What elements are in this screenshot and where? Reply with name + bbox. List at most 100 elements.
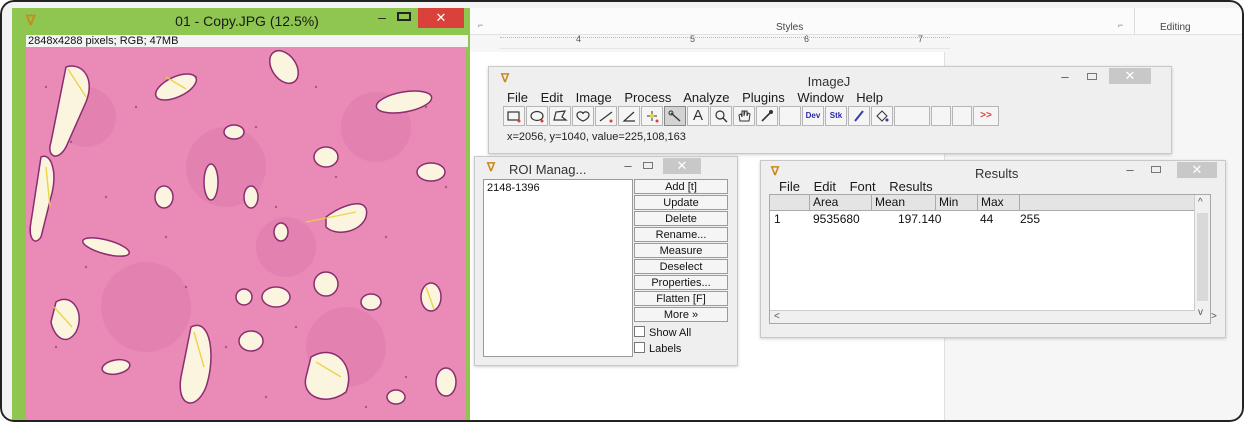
results-menubar: File Edit Font Results [779, 179, 943, 194]
close-button[interactable]: ✕ [418, 8, 464, 28]
image-info-bar: 2848x4288 pixels; RGB; 47MB [26, 35, 468, 47]
add-button[interactable]: Add [t] [634, 179, 728, 194]
scroll-right-arrow-icon[interactable]: > [1211, 311, 1217, 322]
oval-tool-icon[interactable] [526, 106, 548, 126]
results-table-header: Area Mean Min Max [770, 195, 1210, 211]
image-window[interactable]: ∇ 01 - Copy.JPG (12.5%) – ✕ 2848x4288 pi… [12, 8, 470, 422]
results-table[interactable]: Area Mean Min Max 1 9535680 197.140 44 2… [769, 194, 1211, 324]
scroll-hand-tool-icon[interactable] [733, 106, 755, 126]
maximize-button[interactable] [397, 12, 411, 21]
roi-manager-window[interactable]: ∇ ROI Manag... – ✕ 2148-1396 Add [t] Upd… [474, 156, 738, 366]
show-all-checkbox[interactable]: Show All [634, 326, 691, 339]
flatten-button[interactable]: Flatten [F] [634, 291, 728, 306]
word-ribbon: ⌐ Styles ⌐ Editing [470, 8, 1244, 35]
close-button[interactable]: ✕ [1177, 162, 1217, 178]
menu-edit[interactable]: Edit [541, 90, 563, 105]
checkbox-box[interactable] [634, 326, 645, 337]
results-menu-file[interactable]: File [779, 179, 800, 194]
line-tool-icon[interactable] [595, 106, 617, 126]
column-header-mean[interactable]: Mean [872, 195, 936, 210]
imagej-title: ImageJ [807, 74, 851, 89]
developer-menu-tool-icon[interactable]: Dev [802, 106, 824, 126]
text-tool-icon[interactable]: A [687, 106, 709, 126]
maximize-button[interactable] [1151, 166, 1161, 173]
styles-launcher-icon[interactable]: ⌐ [1118, 20, 1123, 30]
editing-group-label[interactable]: Editing [1160, 22, 1191, 33]
update-button[interactable]: Update [634, 195, 728, 210]
magnifier-tool-icon[interactable] [710, 106, 732, 126]
blank-tool-slot [931, 106, 951, 126]
stack-menu-tool-icon[interactable]: Stk [825, 106, 847, 126]
close-button[interactable]: ✕ [663, 158, 701, 174]
angle-tool-icon[interactable] [618, 106, 640, 126]
column-header-max[interactable]: Max [978, 195, 1020, 210]
scroll-down-arrow-icon[interactable]: v [1198, 307, 1203, 318]
properties-button[interactable]: Properties... [634, 275, 728, 290]
column-header-min[interactable]: Min [936, 195, 978, 210]
minimize-button[interactable]: – [1123, 162, 1137, 177]
labels-checkbox[interactable]: Labels [634, 342, 681, 355]
horizontal-scrollbar[interactable]: < [770, 310, 1195, 323]
rename-button[interactable]: Rename... [634, 227, 728, 242]
imagej-microscope-icon: ∇ [487, 160, 496, 174]
results-window[interactable]: ∇ Results – ✕ File Edit Font Results Are… [760, 160, 1226, 338]
deselect-button[interactable]: Deselect [634, 259, 728, 274]
table-cell-mean: 197.140 [898, 212, 942, 226]
minimize-button[interactable]: – [1057, 69, 1073, 84]
minimize-button[interactable]: – [621, 158, 635, 173]
scrollbar-thumb[interactable] [1197, 213, 1208, 301]
screenshot-frame: ⌐ Styles ⌐ Editing 4 5 6 7 ∇ 01 - Copy.J… [0, 0, 1244, 422]
ruler-tick: 7 [918, 34, 924, 44]
wand-tool-icon[interactable] [664, 106, 686, 126]
table-cell-area: 9535680 [813, 212, 860, 226]
menu-plugins[interactable]: Plugins [742, 90, 785, 105]
imagej-toolbar: A Dev Stk >> [503, 106, 1163, 126]
styles-group-label: Styles [776, 22, 804, 33]
image-window-titlebar[interactable]: ∇ 01 - Copy.JPG (12.5%) – ✕ [12, 8, 470, 35]
maximize-button[interactable] [1087, 73, 1097, 80]
results-menu-results[interactable]: Results [889, 179, 932, 194]
scroll-up-arrow-icon[interactable]: ^ [1198, 197, 1203, 208]
roi-list[interactable]: 2148-1396 [483, 179, 633, 357]
horizontal-ruler[interactable]: 4 5 6 7 [500, 34, 950, 49]
show-all-label: Show All [649, 327, 692, 339]
delete-button[interactable]: Delete [634, 211, 728, 226]
freehand-tool-icon[interactable] [572, 106, 594, 126]
more-tools-button[interactable]: >> [973, 106, 999, 126]
column-header-index[interactable] [770, 195, 810, 210]
rectangle-tool-icon[interactable] [503, 106, 525, 126]
ruler-tick: 5 [690, 34, 696, 44]
dropper-tool-icon[interactable] [756, 106, 778, 126]
histology-image-canvas[interactable] [26, 47, 466, 422]
minimize-button[interactable]: – [372, 9, 392, 25]
scroll-left-arrow-icon[interactable]: < [774, 311, 780, 322]
dialog-launcher-icon[interactable]: ⌐ [478, 20, 483, 30]
blank-tool-slot [779, 106, 801, 126]
flood-fill-tool-icon[interactable] [871, 106, 893, 126]
imagej-main-window[interactable]: ∇ ImageJ – ✕ File Edit Image Process Ana… [488, 66, 1172, 154]
point-tool-icon[interactable] [641, 106, 663, 126]
results-menu-edit[interactable]: Edit [814, 179, 836, 194]
menu-window[interactable]: Window [797, 90, 843, 105]
menu-process[interactable]: Process [624, 90, 671, 105]
menu-file[interactable]: File [507, 90, 528, 105]
table-cell-index: 1 [774, 212, 781, 226]
roi-list-item[interactable]: 2148-1396 [487, 182, 540, 194]
ribbon-separator [1134, 8, 1135, 34]
maximize-button[interactable] [643, 162, 653, 169]
menu-image[interactable]: Image [576, 90, 612, 105]
image-window-title: 01 - Copy.JPG (12.5%) [175, 13, 319, 29]
more-button[interactable]: More » [634, 307, 728, 322]
checkbox-box[interactable] [634, 342, 645, 353]
vertical-scrollbar[interactable]: ^ v [1194, 195, 1210, 323]
close-button[interactable]: ✕ [1109, 68, 1151, 84]
results-menu-font[interactable]: Font [850, 179, 876, 194]
blank-tool-slot [894, 106, 930, 126]
polygon-tool-icon[interactable] [549, 106, 571, 126]
menu-help[interactable]: Help [856, 90, 883, 105]
measure-button[interactable]: Measure [634, 243, 728, 258]
brush-tool-icon[interactable] [848, 106, 870, 126]
ruler-tick: 4 [576, 34, 582, 44]
menu-analyze[interactable]: Analyze [683, 90, 729, 105]
column-header-area[interactable]: Area [810, 195, 872, 210]
